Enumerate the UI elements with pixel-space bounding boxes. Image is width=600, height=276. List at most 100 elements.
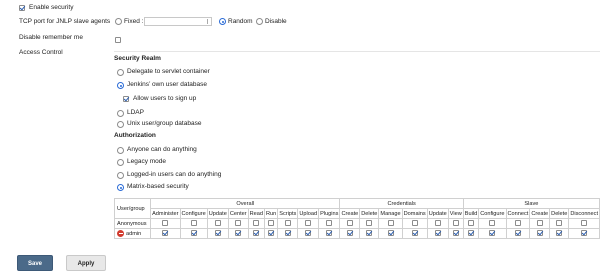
realm-jenkins-db-label: Jenkins’ own user database: [127, 81, 207, 88]
realm-unix-radio[interactable]: [117, 121, 124, 128]
permission-checkbox[interactable]: [452, 220, 459, 227]
permission-checkbox[interactable]: [366, 220, 373, 227]
permission-checkbox[interactable]: [162, 220, 169, 227]
permission-cell: [359, 228, 380, 239]
permission-checkbox[interactable]: [190, 230, 197, 237]
permission-checkbox[interactable]: [190, 220, 197, 227]
permission-checkbox[interactable]: [514, 230, 521, 237]
permission-cell: [297, 228, 320, 239]
permission-checkbox[interactable]: [253, 230, 260, 237]
permission-column-header: Manage: [378, 208, 403, 219]
access-control-label: Access Control: [19, 49, 63, 56]
permission-column-header: Run: [263, 208, 279, 219]
permission-checkbox[interactable]: [536, 220, 543, 227]
realm-delegate-radio[interactable]: [117, 69, 124, 76]
permission-column-header: Center: [227, 208, 249, 219]
permission-checkbox[interactable]: [556, 220, 563, 227]
group-header-overall: Overall: [150, 198, 341, 209]
permission-checkbox[interactable]: [489, 220, 496, 227]
permission-checkbox[interactable]: [214, 230, 221, 237]
permission-checkbox[interactable]: [434, 220, 441, 227]
permission-checkbox[interactable]: [284, 220, 291, 227]
permission-checkbox[interactable]: [489, 230, 496, 237]
group-header-slave: Slave: [462, 198, 600, 209]
permission-checkbox[interactable]: [581, 220, 588, 227]
permission-column-header: Configure: [179, 208, 208, 219]
permission-cell: [378, 218, 403, 229]
jnlp-fixed-port-input[interactable]: [144, 17, 212, 26]
permission-cell: [206, 218, 229, 229]
permission-checkbox[interactable]: [366, 230, 373, 237]
jnlp-fixed-radio[interactable]: [115, 18, 122, 25]
auth-anyone-radio[interactable]: [117, 147, 124, 154]
auth-logged-in-radio[interactable]: [117, 172, 124, 179]
authorization-heading: Authorization: [114, 132, 156, 139]
permission-cell: [462, 218, 480, 229]
save-button[interactable]: Save: [17, 255, 53, 271]
allow-signup-checkbox[interactable]: [123, 96, 129, 102]
jnlp-disable-label: Disable: [265, 18, 287, 25]
disable-remember-checkbox[interactable]: [115, 37, 121, 43]
permission-checkbox[interactable]: [434, 230, 441, 237]
permission-column-header: Create: [529, 208, 551, 219]
realm-unix-label: Unix user/group database: [127, 120, 202, 127]
permission-column-header: Build: [462, 208, 480, 219]
permission-checkbox[interactable]: [214, 220, 221, 227]
permission-checkbox[interactable]: [253, 220, 260, 227]
jnlp-disable-radio[interactable]: [256, 18, 263, 25]
permission-checkbox[interactable]: [235, 220, 242, 227]
permission-checkbox[interactable]: [162, 230, 169, 237]
jnlp-random-label: Random: [228, 18, 253, 25]
permission-checkbox[interactable]: [268, 230, 275, 237]
permission-cell: [478, 228, 507, 239]
permission-checkbox[interactable]: [326, 230, 333, 237]
permission-cell: [263, 218, 279, 229]
permission-checkbox[interactable]: [468, 220, 475, 227]
permission-checkbox[interactable]: [411, 220, 418, 227]
permission-checkbox[interactable]: [411, 230, 418, 237]
permission-column-header: Scripts: [277, 208, 299, 219]
permission-checkbox[interactable]: [556, 230, 563, 237]
realm-ldap-radio[interactable]: [117, 110, 124, 117]
permission-checkbox[interactable]: [326, 220, 333, 227]
enable-security-checkbox[interactable]: [19, 5, 25, 11]
permission-cell: [505, 228, 531, 239]
enable-security-label: Enable security: [29, 4, 74, 11]
permission-column-header: View: [447, 208, 464, 219]
permission-checkbox[interactable]: [536, 230, 543, 237]
permission-cell: [478, 218, 507, 229]
realm-jenkins-db-radio[interactable]: [117, 82, 124, 89]
permission-checkbox[interactable]: [284, 230, 291, 237]
permission-column-header: Create: [339, 208, 361, 219]
apply-button[interactable]: Apply: [66, 255, 106, 271]
permission-cell: [277, 228, 299, 239]
permission-cell: [401, 218, 428, 229]
permission-cell: [227, 228, 249, 239]
permission-checkbox[interactable]: [387, 230, 394, 237]
permission-cell: [150, 218, 181, 229]
permission-checkbox[interactable]: [305, 220, 312, 227]
permission-checkbox[interactable]: [346, 230, 353, 237]
permission-checkbox[interactable]: [387, 220, 394, 227]
permission-cell: [339, 218, 361, 229]
auth-matrix-radio[interactable]: [117, 184, 124, 191]
remove-user-icon[interactable]: [117, 230, 124, 237]
jnlp-random-radio[interactable]: [219, 18, 226, 25]
permission-column-header: Plugins: [318, 208, 341, 219]
permission-cell: [426, 218, 449, 229]
permission-cell: [297, 218, 320, 229]
permission-checkbox[interactable]: [514, 220, 521, 227]
permission-cell: [447, 218, 464, 229]
permission-checkbox[interactable]: [346, 220, 353, 227]
permission-cell: [549, 228, 570, 239]
permission-checkbox[interactable]: [468, 230, 475, 237]
permission-column-header: Delete: [359, 208, 380, 219]
permission-checkbox[interactable]: [268, 220, 275, 227]
permission-checkbox[interactable]: [452, 230, 459, 237]
permission-checkbox[interactable]: [235, 230, 242, 237]
auth-legacy-radio[interactable]: [117, 159, 124, 166]
permission-checkbox[interactable]: [581, 230, 588, 237]
permission-column-header: Update: [206, 208, 229, 219]
permission-column-header: Administer: [150, 208, 181, 219]
permission-checkbox[interactable]: [305, 230, 312, 237]
